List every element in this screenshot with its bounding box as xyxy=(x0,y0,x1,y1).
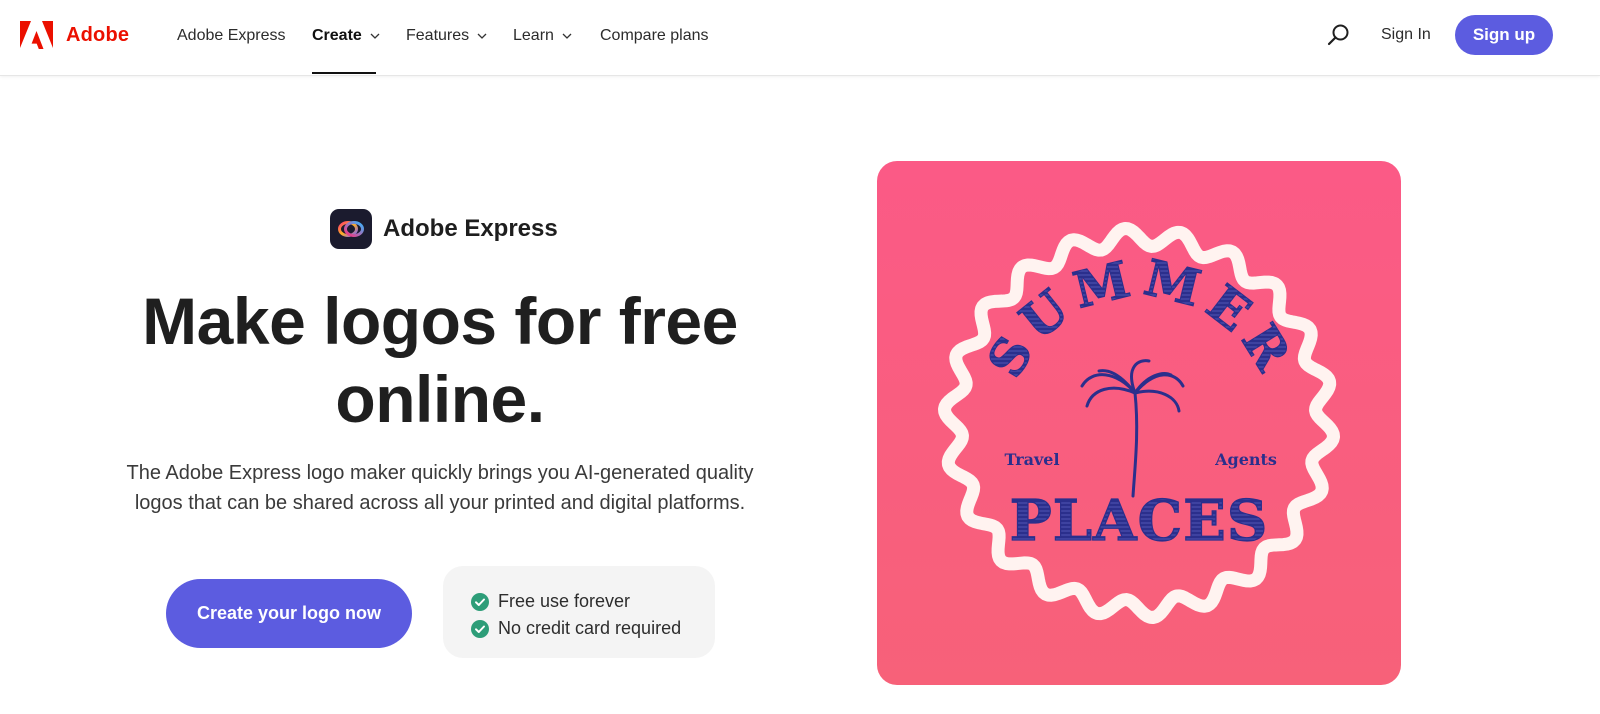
nav-label: Create xyxy=(312,27,362,44)
logo-right-word: Agents xyxy=(1214,450,1277,469)
chevron-down-icon xyxy=(477,33,487,39)
page-headline: Make logos for free online. xyxy=(90,282,790,438)
perks-box: Free use forever No credit card required xyxy=(443,566,715,658)
nav-compare-plans[interactable]: Compare plans xyxy=(600,25,709,47)
nav-features[interactable]: Features xyxy=(406,25,487,47)
nav-label: Compare plans xyxy=(600,27,709,44)
logo-bottom-word: PLACES xyxy=(1010,488,1269,554)
perk-label: No credit card required xyxy=(498,618,682,638)
product-name: Adobe Express xyxy=(383,215,558,242)
description-line-2: logos that can be shared across all your… xyxy=(134,492,746,514)
search-button[interactable] xyxy=(1325,21,1353,49)
adobe-home-link[interactable]: Adobe xyxy=(20,21,129,50)
create-logo-button[interactable]: Create your logo now xyxy=(166,579,412,648)
nav-create[interactable]: Create xyxy=(312,25,380,47)
wavy-badge-border xyxy=(938,222,1340,624)
sample-logo-image: SUMMER Travel Agents PLACES xyxy=(877,161,1401,685)
check-circle-icon xyxy=(471,619,489,638)
search-icon xyxy=(1327,24,1349,46)
headline-line-1: Make logos for free xyxy=(142,284,738,358)
palm-tree-icon xyxy=(1080,359,1185,498)
nav-label: Adobe Express xyxy=(177,27,286,44)
description-line-1: The Adobe Express logo maker quickly bri… xyxy=(126,462,754,484)
chevron-down-icon xyxy=(370,33,380,39)
nav-learn[interactable]: Learn xyxy=(513,25,572,47)
sign-in-link[interactable]: Sign In xyxy=(1381,26,1431,44)
perk-item: Free use forever xyxy=(471,588,715,615)
hero-description: The Adobe Express logo maker quickly bri… xyxy=(90,458,790,518)
adobe-logo-icon xyxy=(20,21,53,49)
perk-item: No credit card required xyxy=(471,615,715,642)
nav-adobe-express[interactable]: Adobe Express xyxy=(177,25,286,47)
nav-label: Features xyxy=(406,27,470,44)
sign-up-button[interactable]: Sign up xyxy=(1455,15,1553,55)
adobe-express-app-icon xyxy=(330,209,372,249)
perk-label: Free use forever xyxy=(498,591,631,611)
chevron-down-icon xyxy=(562,33,572,39)
logo-left-word: Travel xyxy=(1004,450,1059,469)
check-circle-icon xyxy=(471,592,489,611)
top-navigation: Adobe Adobe Express Create Features Lear… xyxy=(0,0,1600,76)
active-nav-indicator xyxy=(312,72,376,74)
brand-name: Adobe xyxy=(66,24,130,46)
product-badge: Adobe Express xyxy=(330,209,558,249)
headline-line-2: online. xyxy=(335,362,545,436)
nav-label: Learn xyxy=(513,27,554,44)
